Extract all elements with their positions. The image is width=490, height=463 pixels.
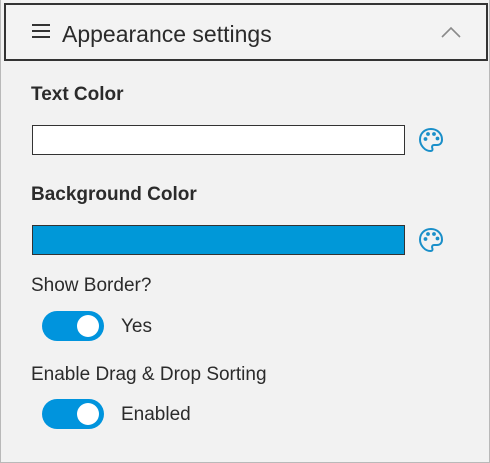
background-color-label: Background Color [31,184,197,205]
hamburger-menu-icon [32,22,50,40]
show-border-state: Yes [121,316,152,337]
text-color-input[interactable] [32,125,405,155]
toggle-knob [77,315,99,337]
appearance-settings-panel: Appearance settings Text Color Backgroun… [0,0,490,463]
drag-drop-label: Enable Drag & Drop Sorting [31,364,267,385]
drag-drop-state: Enabled [121,404,191,425]
appearance-settings-header[interactable]: Appearance settings [4,3,488,61]
show-border-label: Show Border? [31,275,152,296]
panel-title: Appearance settings [62,21,272,47]
text-color-label: Text Color [31,84,124,105]
show-border-toggle[interactable] [42,311,104,341]
background-color-input[interactable] [32,225,405,255]
background-color-palette-icon[interactable] [417,226,445,254]
drag-drop-toggle[interactable] [42,399,104,429]
toggle-knob [77,403,99,425]
text-color-palette-icon[interactable] [417,126,445,154]
chevron-up-icon[interactable] [440,25,462,39]
